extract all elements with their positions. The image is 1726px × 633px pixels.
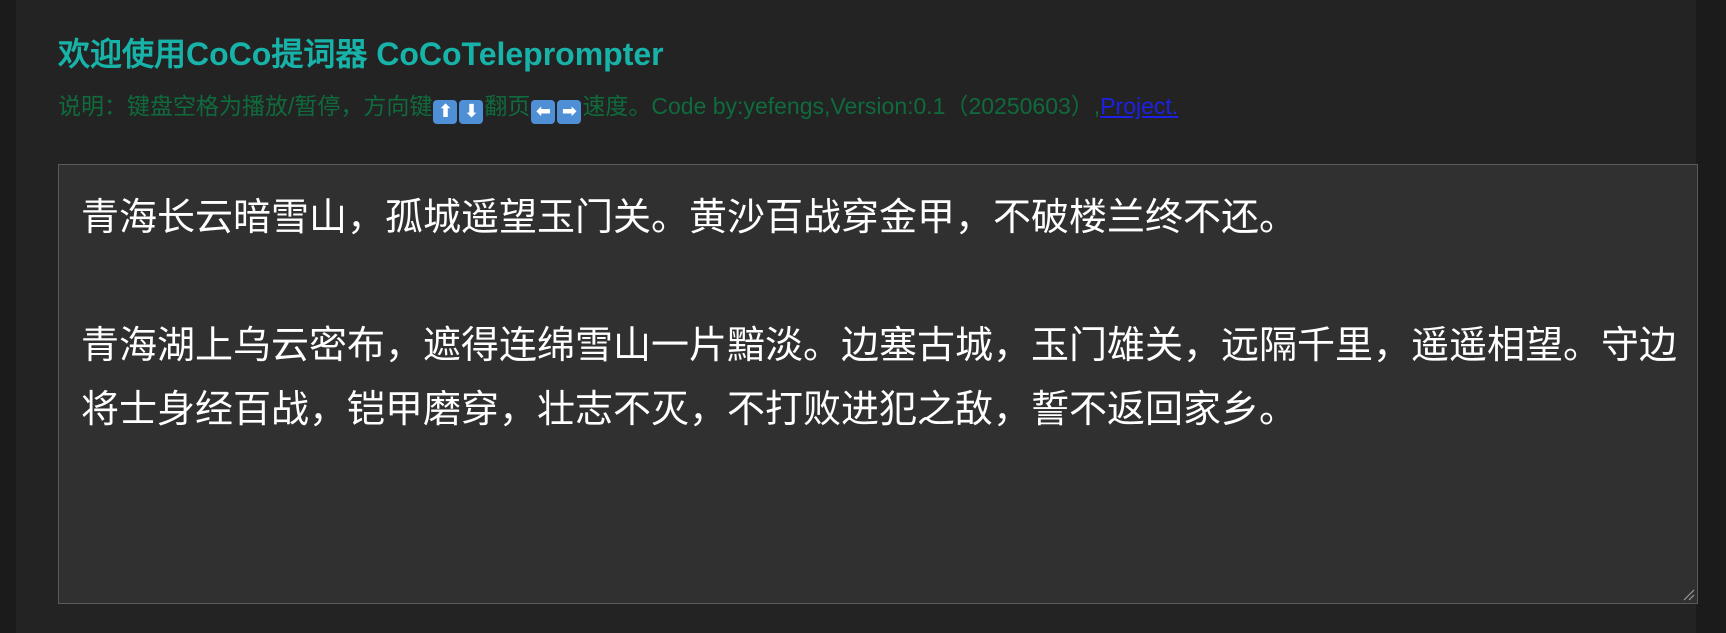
script-textarea[interactable]: 青海长云暗雪山，孤城遥望玉门关。黄沙百战穿金甲，不破楼兰终不还。 青海湖上乌云密…: [58, 164, 1698, 604]
arrow-down-key-icon: ⬇: [459, 100, 484, 124]
page-title: 欢迎使用CoCo提词器 CoCoTeleprompter: [58, 36, 664, 72]
arrow-up-key-icon: ⬆: [433, 100, 458, 124]
project-link[interactable]: Project.: [1100, 93, 1178, 119]
instructions-text-2: 翻页: [484, 93, 531, 119]
arrow-right-key-icon: ➡: [557, 100, 582, 124]
script-text: 青海长云暗雪山，孤城遥望玉门关。黄沙百战穿金甲，不破楼兰终不还。 青海湖上乌云密…: [81, 195, 1678, 431]
instructions: 说明：键盘空格为播放/暂停，方向键 ⬆ ⬇ 翻页 ⬅ ➡ 速度。Code by:yefeng…: [58, 90, 1178, 124]
instructions-text-3: 速度。Code by:yefengs,Version:0.1（20250603）…: [582, 93, 1101, 119]
instructions-text-1: 说明：键盘空格为播放/暂停，方向键: [58, 93, 433, 119]
resize-grip-icon[interactable]: [1681, 587, 1695, 601]
teleprompter-page: 欢迎使用CoCo提词器 CoCoTeleprompter 说明：键盘空格为播放/…: [16, 0, 1698, 633]
arrow-left-key-icon: ⬅: [531, 100, 556, 124]
